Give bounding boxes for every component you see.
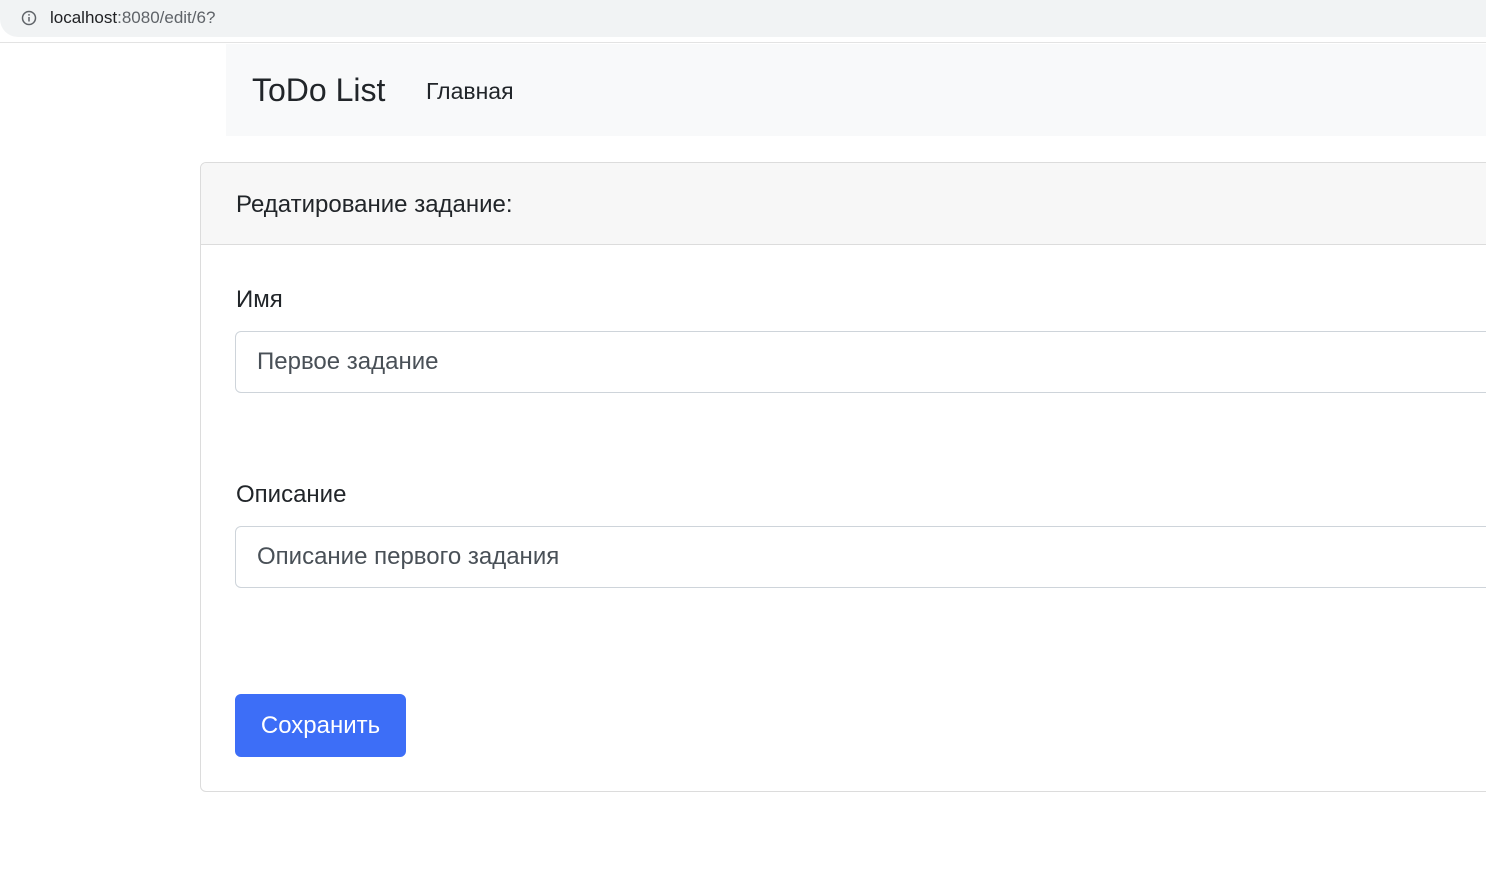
toolbar-divider (0, 42, 1486, 43)
edit-task-card: Редатирование задание: Имя Описание Сохр… (200, 162, 1486, 792)
address-bar[interactable]: localhost:8080/edit/6? (0, 0, 1486, 37)
description-label: Описание (236, 481, 347, 508)
nav-link-home[interactable]: Главная (426, 77, 514, 105)
info-icon[interactable] (21, 10, 37, 26)
name-input[interactable] (235, 331, 1486, 393)
card-title: Редатирование задание: (236, 191, 513, 218)
navbar: ToDo List Главная (226, 44, 1486, 136)
description-input[interactable] (235, 526, 1486, 588)
save-button[interactable]: Сохранить (235, 694, 406, 757)
url-text[interactable]: localhost:8080/edit/6? (50, 7, 215, 29)
name-label: Имя (236, 286, 283, 313)
url-host: localhost (50, 8, 118, 27)
card-header: Редатирование задание: (201, 163, 1486, 245)
url-path: :8080/edit/6? (117, 8, 216, 27)
brand-link[interactable]: ToDo List (252, 70, 385, 110)
